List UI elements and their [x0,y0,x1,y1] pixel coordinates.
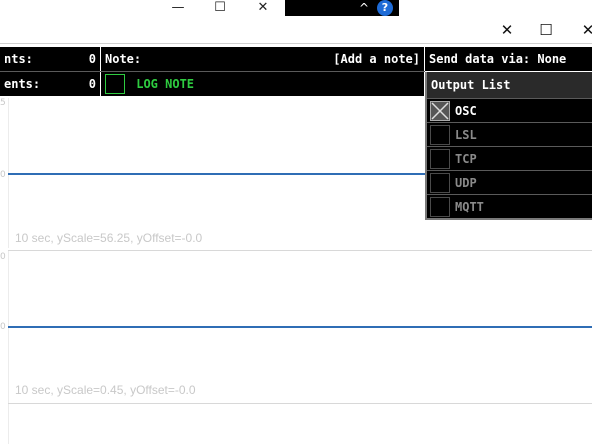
log-note-button[interactable]: LOG NOTE [136,77,194,91]
plot3-y-axis [8,404,9,444]
checkbox-icon[interactable] [430,173,450,193]
plot2-info: 10 sec, yScale=0.45, yOffset=-0.0 [15,383,196,397]
events-value: 0 [88,52,96,66]
window-minimize-icon[interactable]: ✕ [485,16,529,44]
output-list-title: Output List [427,72,592,98]
checkbox-icon[interactable] [430,149,450,169]
note-bar: Note: [Add a note] [101,47,424,71]
plot2-signal-line [8,326,592,328]
help-icon[interactable]: ? [377,0,393,16]
plot1-divider [8,250,592,251]
plot1-tick-mid: 0 [0,170,6,180]
os-maximize-icon[interactable]: ☐ [200,0,240,16]
bar-divider [0,71,425,72]
output-item-osc[interactable]: OSC [427,98,592,122]
output-item-label: MQTT [455,200,484,214]
log-note-bar: LOG NOTE [101,72,424,96]
events-label: nts: [4,52,33,66]
plot1-tick-top: 5 [0,98,6,108]
segments-label: ents: [4,77,41,91]
events-count-bar: nts: 0 [0,47,100,71]
segments-value: 0 [88,77,96,91]
window-titlebar: ✕ ☐ ✕ [0,16,592,44]
checkbox-checked-icon[interactable] [430,101,450,121]
output-list-panel: Output List OSC LSL TCP UDP MQTT [425,72,592,220]
send-data-label: Send data via: None [429,52,567,66]
checkbox-icon[interactable] [430,197,450,217]
plot2-divider [8,403,592,404]
output-item-lsl[interactable]: LSL [427,122,592,146]
segments-count-bar: ents: 0 [0,72,100,96]
send-data-bar[interactable]: Send data via: None [425,47,592,71]
output-item-mqtt[interactable]: MQTT [427,194,592,218]
checkbox-icon[interactable] [430,125,450,145]
output-item-udp[interactable]: UDP [427,170,592,194]
output-item-tcp[interactable]: TCP [427,146,592,170]
tray-chevron-up-icon[interactable]: ^ [355,0,373,16]
add-note-link[interactable]: [Add a note] [333,47,420,71]
log-note-button-box[interactable] [105,73,125,94]
note-label: Note: [105,52,142,66]
output-item-label: OSC [455,104,477,118]
plot2-tick-mid: 0 [0,322,6,332]
window-close-icon[interactable]: ✕ [566,16,592,44]
window-maximize-icon[interactable]: ☐ [524,16,568,44]
plot2-tick-top: 0 [0,252,6,262]
output-item-label: TCP [455,152,477,166]
output-item-label: LSL [455,128,477,142]
os-minimize-icon[interactable]: — [158,0,198,16]
output-item-label: UDP [455,176,477,190]
os-close-icon[interactable]: ✕ [243,0,283,16]
plot1-info: 10 sec, yScale=56.25, yOffset=-0.0 [15,231,203,245]
